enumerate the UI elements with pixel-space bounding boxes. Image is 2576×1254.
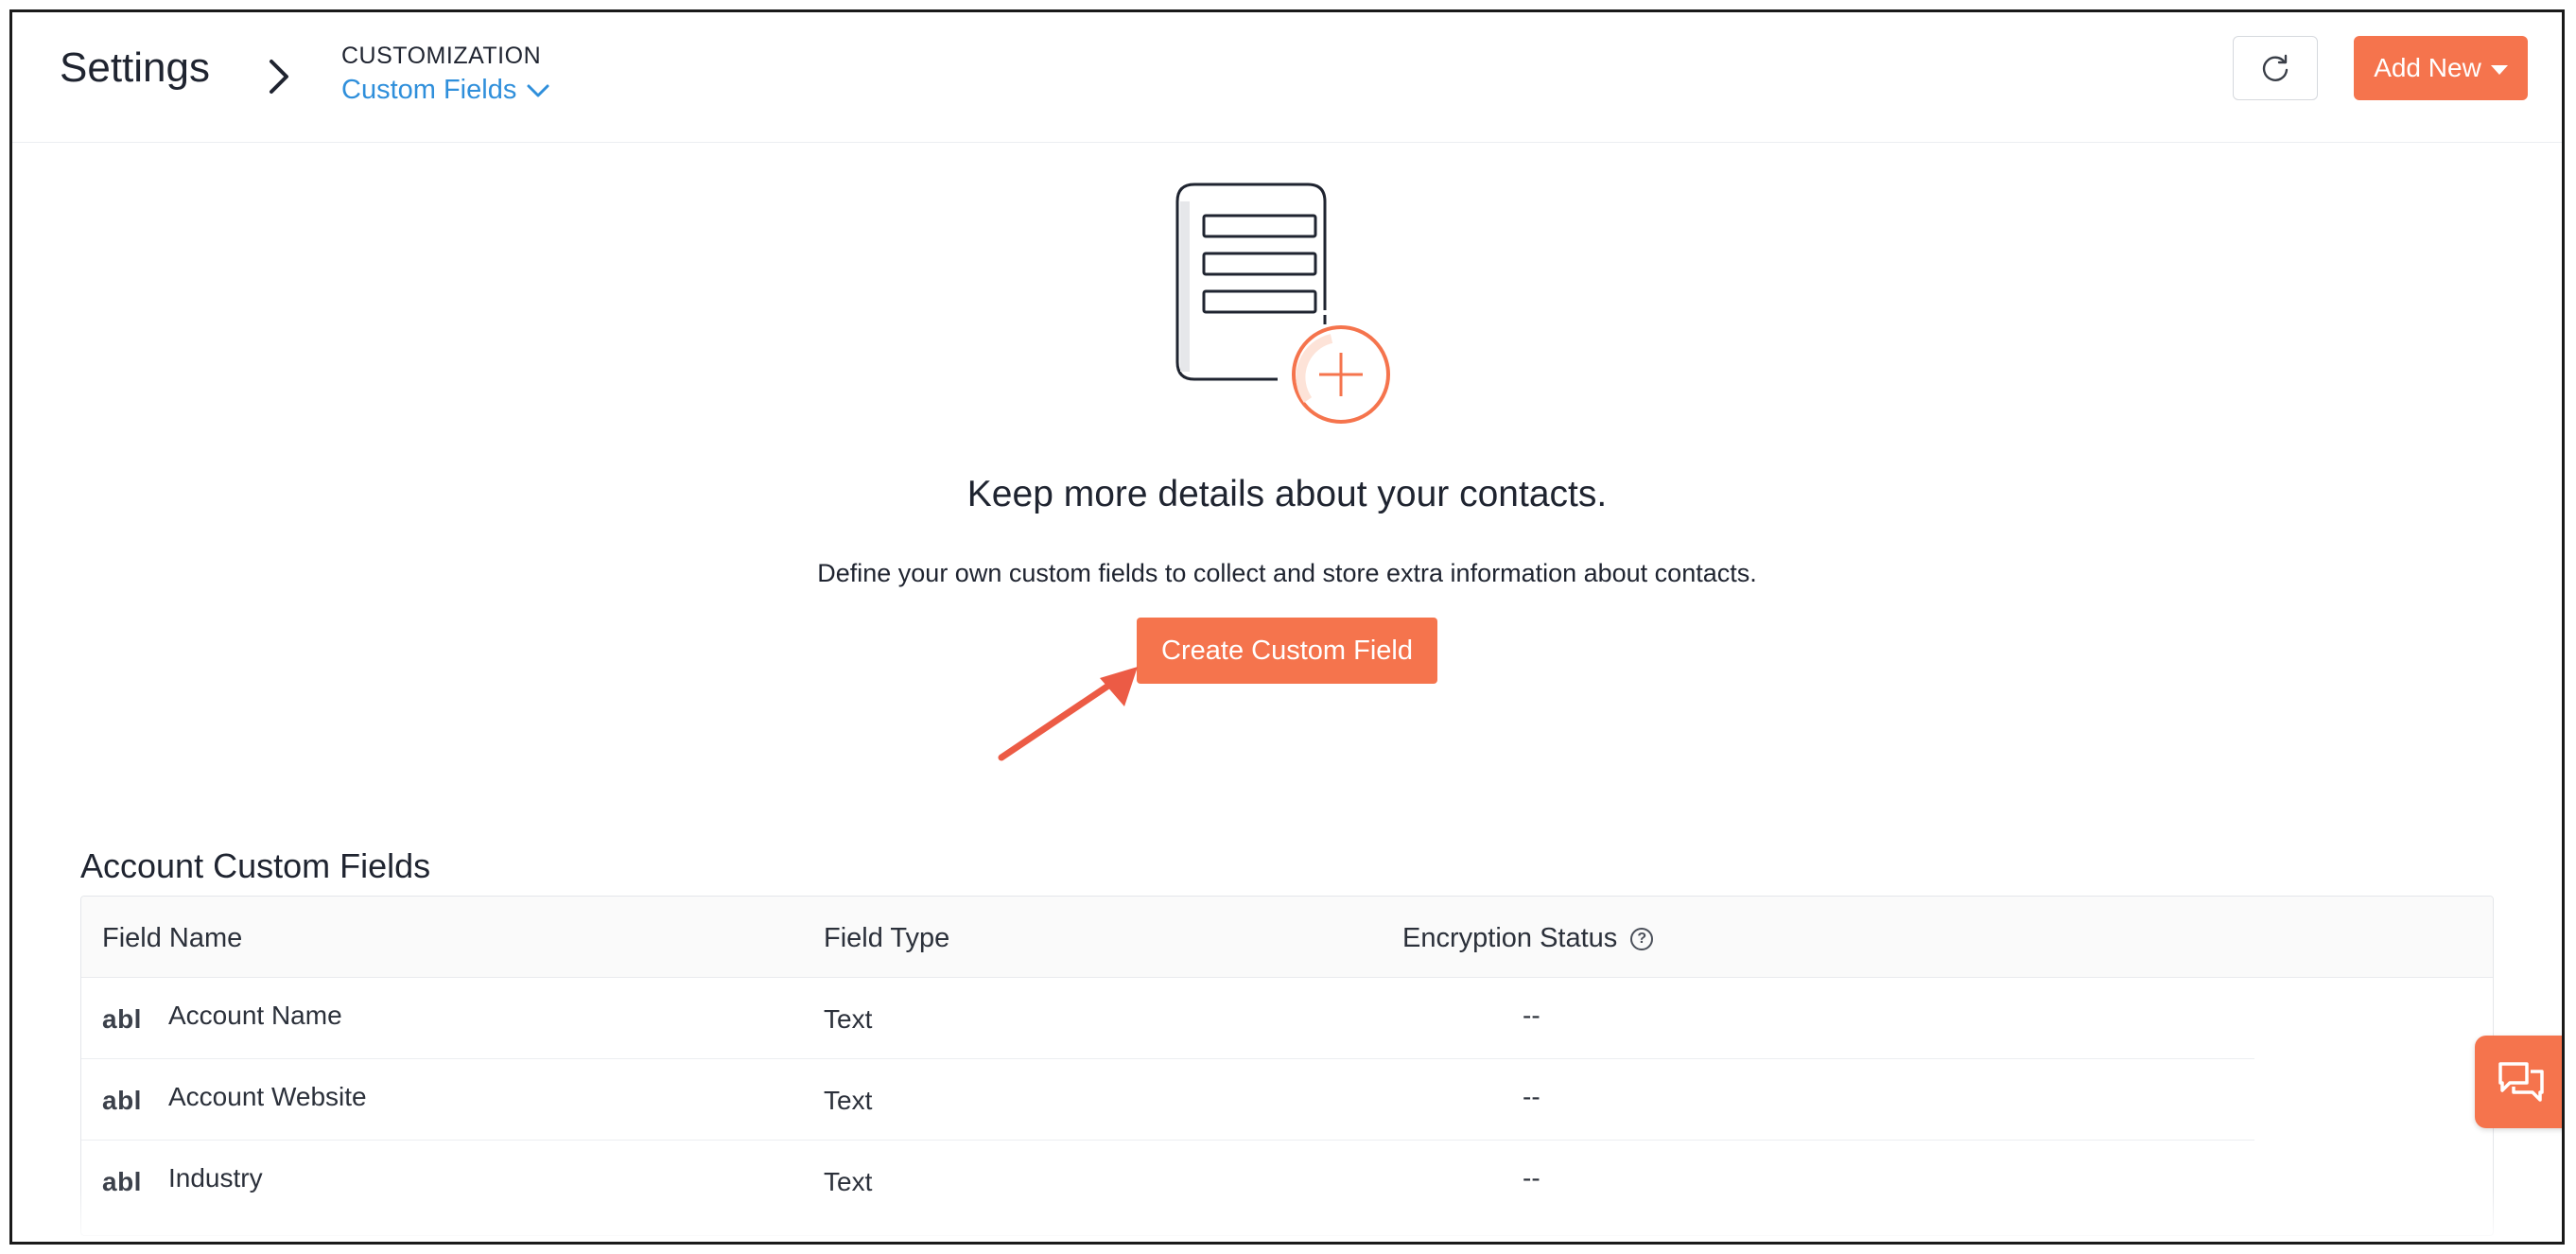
encryption-status-label: Encryption Status [1402, 923, 1618, 953]
table-row[interactable]: abl Account Website Text -- [81, 1059, 2254, 1141]
text-field-icon: abl [102, 1004, 142, 1034]
chat-button[interactable] [2475, 1036, 2562, 1128]
page-header: Settings CUSTOMIZATION Custom Fields Add… [12, 12, 2562, 143]
section-title: Account Custom Fields [80, 846, 431, 885]
caret-down-icon [2490, 65, 2508, 75]
breadcrumb-current-label: Custom Fields [341, 75, 517, 105]
app-window: Settings CUSTOMIZATION Custom Fields Add… [9, 9, 2565, 1245]
breadcrumb-current-dropdown[interactable]: Custom Fields [341, 75, 550, 106]
table-header: Field Name Field Type Encryption Status … [81, 897, 2493, 978]
table-row[interactable]: abl Industry Text -- [81, 1141, 2493, 1222]
field-name: Industry [168, 1163, 263, 1193]
chevron-right-icon [270, 60, 288, 94]
column-header-field-type: Field Type [824, 923, 950, 953]
encryption-status: -- [1523, 1163, 1540, 1193]
text-field-icon: abl [102, 1086, 142, 1115]
create-custom-field-button[interactable]: Create Custom Field [1137, 618, 1437, 684]
field-name: Account Website [168, 1082, 367, 1111]
document-add-illustration [1175, 183, 1390, 424]
field-type: Text [824, 1086, 873, 1115]
field-type: Text [824, 1167, 873, 1196]
page-title: Settings [60, 44, 210, 91]
table-row[interactable]: abl Account Name Text -- [81, 978, 2254, 1059]
refresh-icon [2262, 54, 2289, 81]
create-custom-field-label: Create Custom Field [1161, 635, 1413, 666]
field-type: Text [824, 1004, 873, 1034]
text-field-icon: abl [102, 1167, 142, 1196]
chat-icon [2498, 1062, 2544, 1102]
empty-state-title: Keep more details about your contacts. [966, 474, 1608, 514]
encryption-status: -- [1523, 1082, 1540, 1111]
column-header-field-name: Field Name [102, 923, 243, 953]
encryption-status: -- [1523, 1001, 1540, 1030]
custom-fields-table: Field Name Field Type Encryption Status … [80, 896, 2494, 1236]
breadcrumb-parent: CUSTOMIZATION [341, 43, 542, 69]
empty-state-description: Define your own custom fields to collect… [817, 559, 1757, 587]
column-header-encryption-status: Encryption Status ? [1402, 923, 1654, 954]
help-circle-icon[interactable]: ? [1630, 927, 1654, 950]
add-new-button[interactable]: Add New [2354, 36, 2528, 100]
arrow-annotation [998, 667, 1138, 761]
refresh-button[interactable] [2233, 36, 2318, 100]
field-name: Account Name [168, 1001, 342, 1030]
chevron-down-icon [527, 84, 549, 96]
add-new-label: Add New [2374, 53, 2481, 82]
